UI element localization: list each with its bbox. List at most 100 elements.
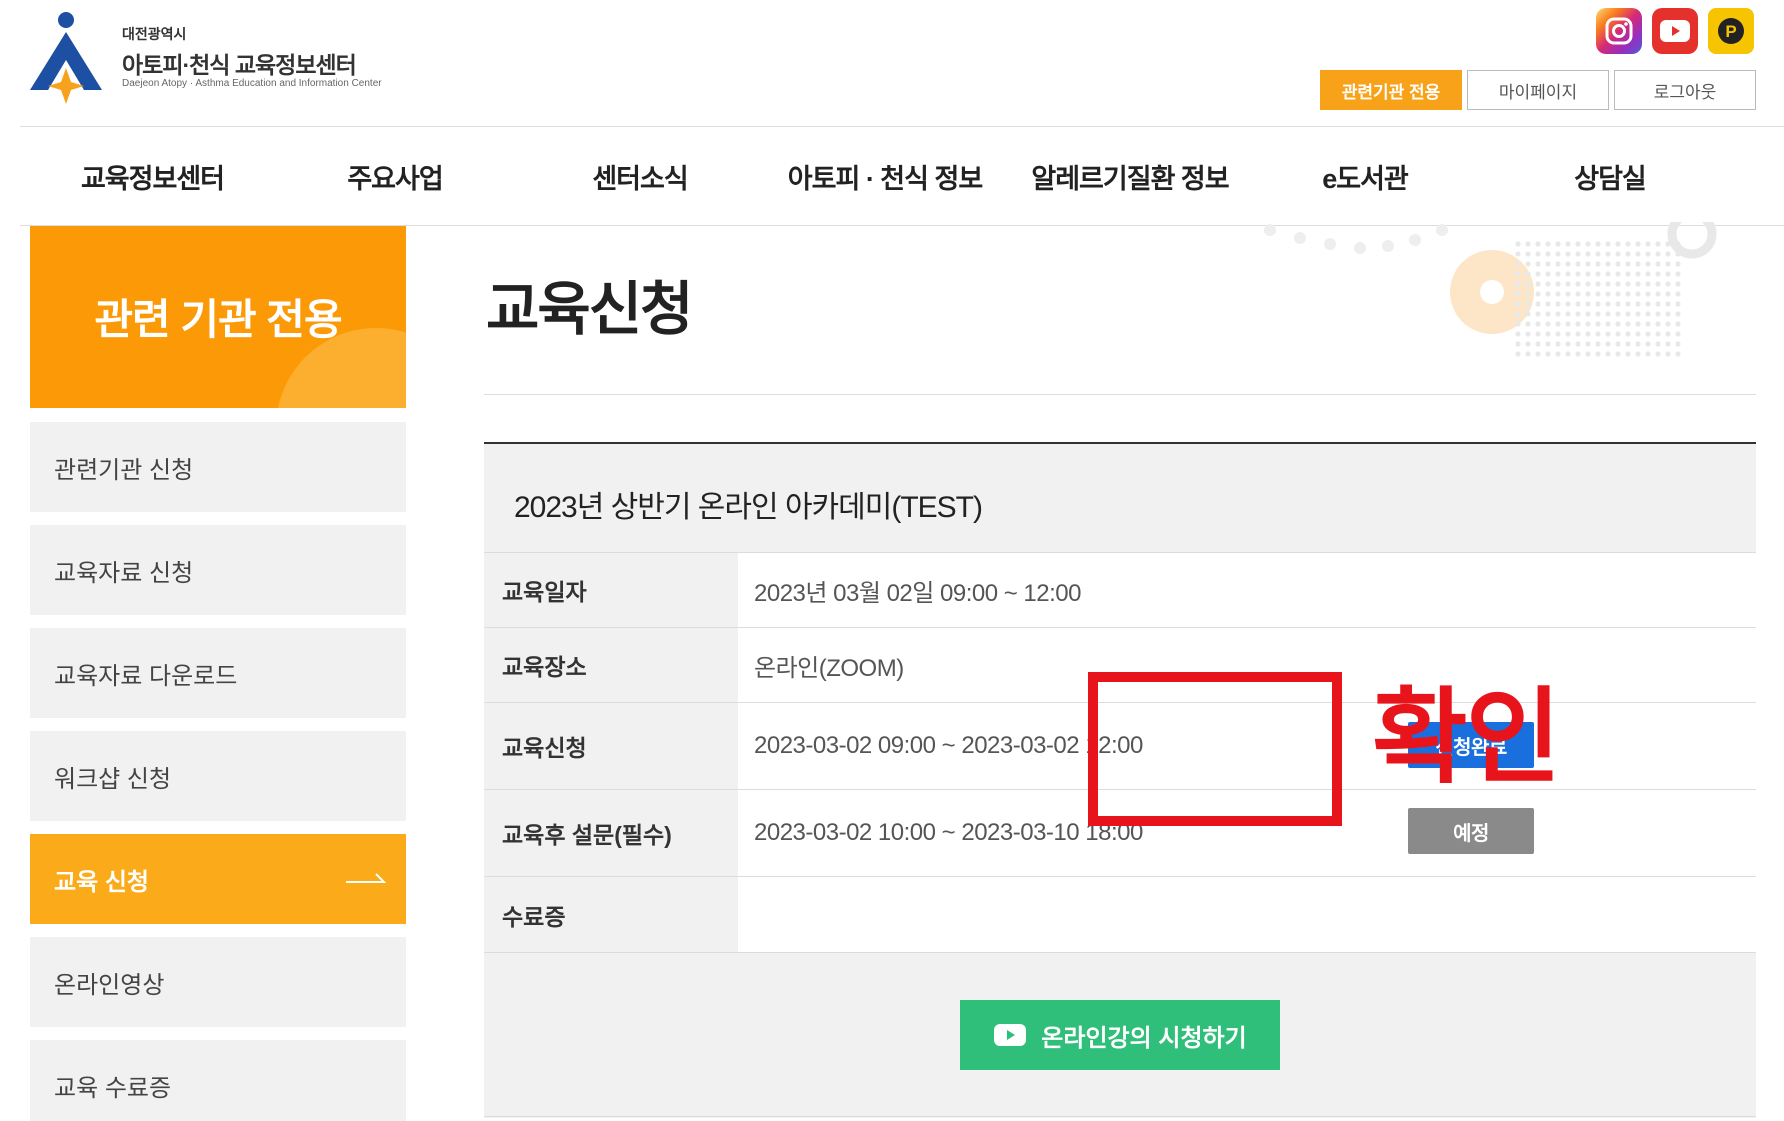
decorative-dot <box>1555 341 1561 347</box>
decorative-dot <box>1635 321 1641 327</box>
decorative-dot <box>1615 301 1621 307</box>
decorative-dot <box>1605 251 1611 257</box>
decorative-dot <box>1575 241 1581 247</box>
decorative-dot <box>1525 311 1531 317</box>
decorative-dot <box>1515 331 1521 337</box>
svg-text:P: P <box>1725 22 1736 41</box>
decorative-dot <box>1665 251 1671 257</box>
table-row: 수료증 <box>484 876 1756 952</box>
decorative-dot <box>1545 271 1551 277</box>
arrow-right-icon <box>346 873 386 883</box>
decorative-dot <box>1675 291 1681 297</box>
decorative-dot <box>1575 351 1581 357</box>
sidebar-item-material-download[interactable]: 교육자료 다운로드 <box>30 628 406 718</box>
table-row: 교육일자 2023년 03월 02일 09:00 ~ 12:00 <box>484 552 1756 627</box>
nav-item-counseling[interactable]: 상담실 <box>1465 157 1755 196</box>
decorative-dot <box>1605 321 1611 327</box>
annotation-text: 확인 <box>1372 680 1561 796</box>
survey-scheduled-badge[interactable]: 예정 <box>1408 808 1534 854</box>
decorative-dot <box>1615 271 1621 277</box>
decorative-dot <box>1665 241 1671 247</box>
decorative-dot <box>1585 341 1591 347</box>
course-title: 2023년 상반기 온라인 아카데미(TEST) <box>514 491 983 524</box>
sidebar-item-online-video[interactable]: 온라인영상 <box>30 937 406 1027</box>
decorative-dot <box>1535 261 1541 267</box>
decorative-dot <box>1585 271 1591 277</box>
decorative-dot <box>1615 311 1621 317</box>
sidebar-item-certificate[interactable]: 교육 수료증 <box>30 1040 406 1121</box>
decorative-dot <box>1575 311 1581 317</box>
decorative-dot <box>1595 351 1601 357</box>
decorative-dot <box>1655 281 1661 287</box>
decorative-dot <box>1515 301 1521 307</box>
decorative-dot <box>1675 351 1681 357</box>
decorative-dot <box>1625 351 1631 357</box>
decorative-dot <box>1635 341 1641 347</box>
decorative-dot <box>1675 321 1681 327</box>
decorative-dot <box>1595 321 1601 327</box>
naver-post-icon[interactable]: P <box>1708 8 1754 54</box>
decorative-dot <box>1555 271 1561 277</box>
table-divider <box>484 952 1756 953</box>
page-title: 교육신청 <box>486 277 693 342</box>
decorative-dot <box>1625 311 1631 317</box>
decorative-dot <box>1595 271 1601 277</box>
sidebar-item-workshop-apply[interactable]: 워크샵 신청 <box>30 731 406 821</box>
decorative-dot <box>1535 331 1541 337</box>
sidebar-item-org-apply[interactable]: 관련기관 신청 <box>30 422 406 512</box>
mypage-button[interactable]: 마이페이지 <box>1467 70 1609 110</box>
decorative-dot <box>1545 321 1551 327</box>
decorative-dot <box>1675 261 1681 267</box>
decorative-dot <box>1545 301 1551 307</box>
decorative-dot <box>1625 261 1631 267</box>
nav-item-atopy-asthma[interactable]: 아토피 · 천식 정보 <box>775 157 995 196</box>
decorative-dot <box>1595 331 1601 337</box>
row-label: 교육신청 <box>484 703 738 789</box>
nav-item-news[interactable]: 센터소식 <box>505 157 775 196</box>
decorative-dot <box>1545 351 1551 357</box>
youtube-icon[interactable] <box>1652 8 1698 54</box>
watch-online-lecture-button[interactable]: 온라인강의 시청하기 <box>960 1000 1280 1070</box>
org-only-button[interactable]: 관련기관 전용 <box>1320 70 1462 110</box>
decorative-dot <box>1595 261 1601 267</box>
title-divider <box>484 394 1756 395</box>
decorative-dot <box>1515 241 1521 247</box>
decorative-dot <box>1625 301 1631 307</box>
decorative-dot <box>1595 341 1601 347</box>
row-value: 2023년 03월 02일 09:00 ~ 12:00 <box>738 553 1756 627</box>
logout-button[interactable]: 로그아웃 <box>1614 70 1756 110</box>
nav-item-allergy[interactable]: 알레르기질환 정보 <box>995 157 1265 196</box>
nav-item-elibrary[interactable]: e도서관 <box>1265 157 1465 196</box>
nav-item-projects[interactable]: 주요사업 <box>285 157 505 196</box>
decorative-dot <box>1635 241 1641 247</box>
sidebar-item-label: 관련기관 신청 <box>54 456 194 484</box>
decorative-dot <box>1525 251 1531 257</box>
decorative-dot <box>1565 271 1571 277</box>
decorative-dot <box>1525 271 1531 277</box>
decorative-dot <box>1665 321 1671 327</box>
decorative-dot <box>1555 321 1561 327</box>
sidebar-item-education-apply[interactable]: 교육 신청 <box>30 834 406 924</box>
decorative-dot <box>1515 351 1521 357</box>
decorative-dot <box>1625 331 1631 337</box>
decorative-dot <box>1565 351 1571 357</box>
sidebar-item-material-apply[interactable]: 교육자료 신청 <box>30 525 406 615</box>
site-logo[interactable]: 대전광역시 아토피·천식 교육정보센터 Daejeon Atopy · Asth… <box>28 10 428 105</box>
row-value <box>738 877 1756 952</box>
decorative-dot <box>1525 241 1531 247</box>
instagram-icon[interactable] <box>1596 8 1642 54</box>
decorative-dot <box>1585 331 1591 337</box>
decorative-dot <box>1645 311 1651 317</box>
decorative-dot <box>1595 241 1601 247</box>
decorative-dot <box>1555 251 1561 257</box>
decorative-dot <box>1635 311 1641 317</box>
table-bottom-line <box>484 1116 1756 1117</box>
decorative-dot <box>1585 291 1591 297</box>
nav-item-center[interactable]: 교육정보센터 <box>20 157 285 196</box>
decorative-dot <box>1655 251 1661 257</box>
decorative-dot <box>1535 341 1541 347</box>
decorative-dot <box>1675 241 1681 247</box>
decorative-dot <box>1605 311 1611 317</box>
row-label: 수료증 <box>484 877 738 952</box>
decorative-dot <box>1625 341 1631 347</box>
